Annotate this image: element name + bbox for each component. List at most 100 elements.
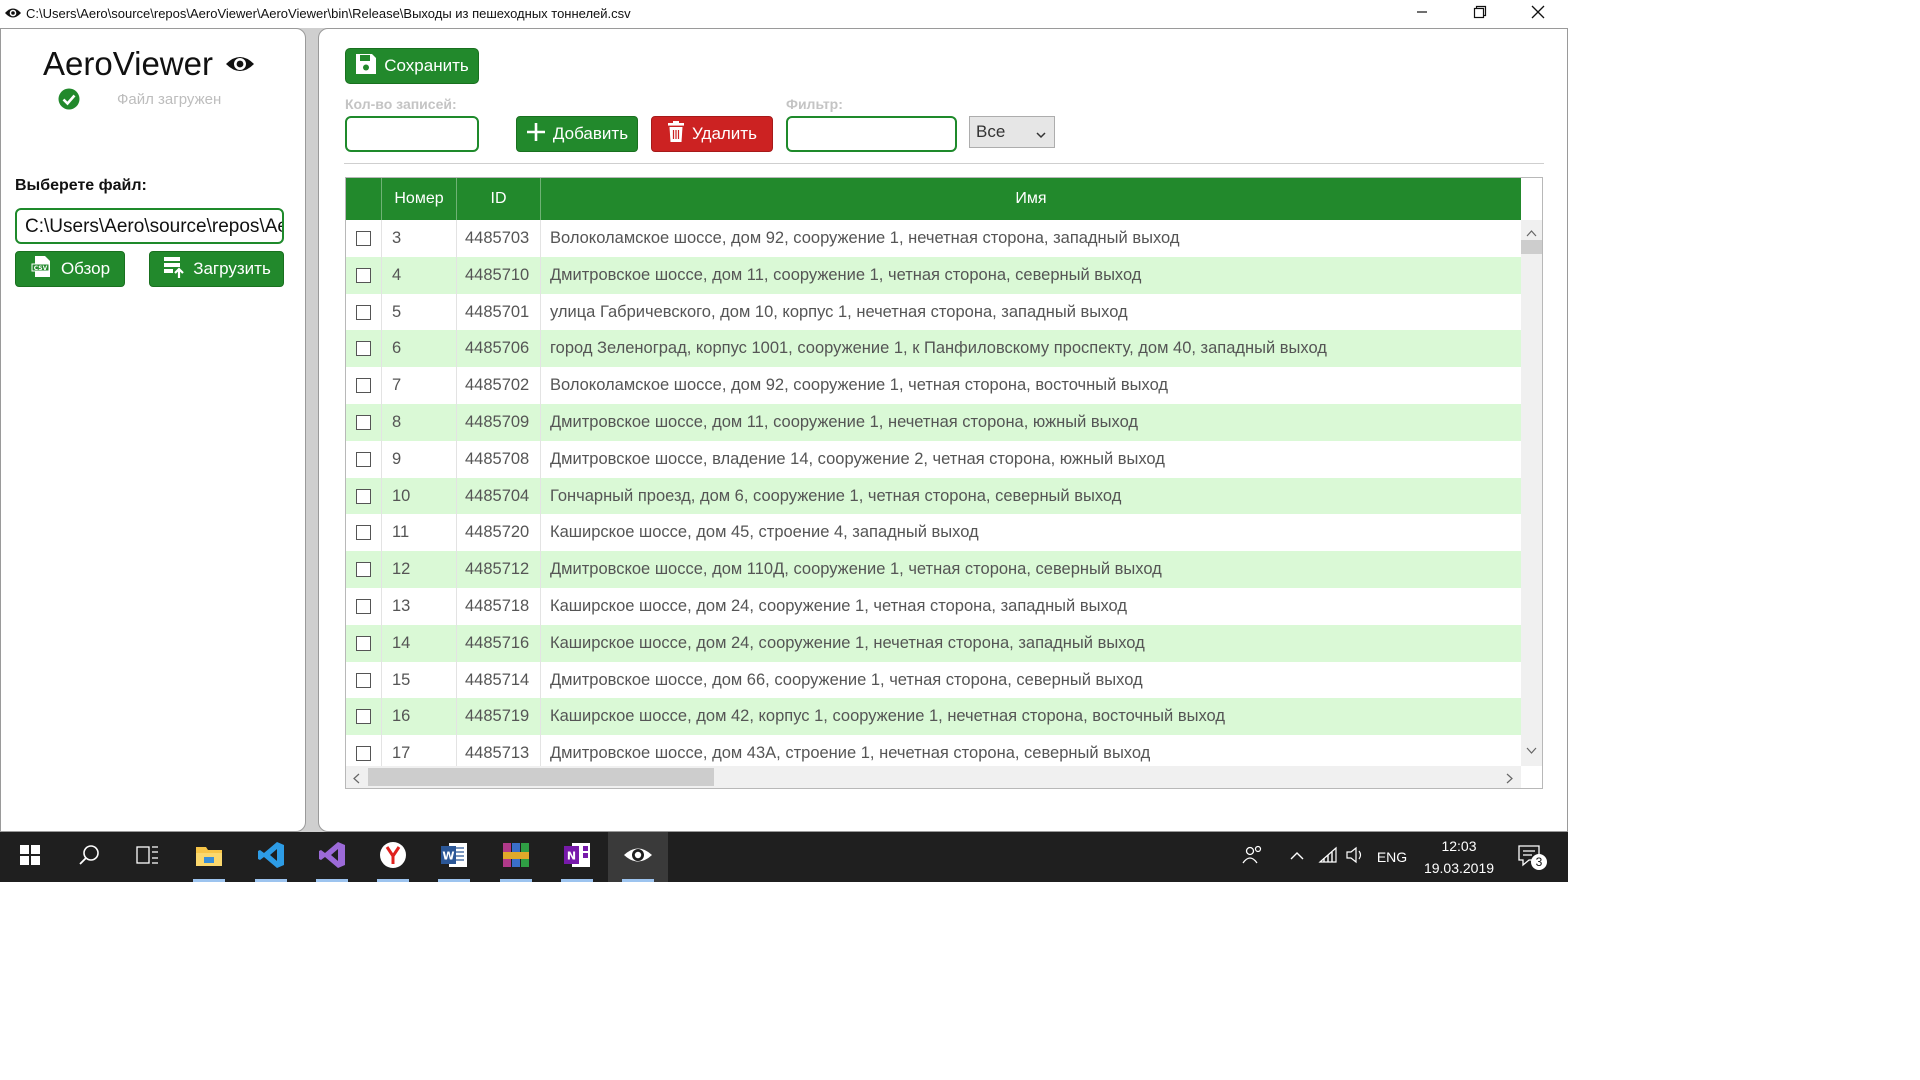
row-id[interactable]: 4485714 — [457, 661, 541, 699]
row-number[interactable]: 16 — [382, 698, 457, 736]
taskbar-vscode[interactable] — [241, 832, 301, 882]
row-number[interactable]: 8 — [382, 403, 457, 441]
row-number[interactable]: 9 — [382, 440, 457, 478]
header-number[interactable]: Номер — [382, 178, 457, 220]
row-checkbox[interactable] — [356, 231, 371, 246]
row-number[interactable]: 3 — [382, 220, 457, 257]
row-id[interactable]: 4485706 — [457, 330, 541, 368]
load-button[interactable]: Загрузить — [149, 251, 284, 287]
row-id[interactable]: 4485712 — [457, 551, 541, 588]
header-name[interactable]: Имя — [541, 178, 1521, 220]
table-row[interactable]: 3 4485703 Волоколамское шоссе, дом 92, соо… — [346, 220, 1521, 257]
table-row[interactable]: 6 4485706 город Зеленоград, корпус 1001, с… — [346, 330, 1521, 368]
vertical-scrollbar[interactable] — [1521, 220, 1542, 766]
header-select-column[interactable] — [346, 178, 382, 220]
row-id[interactable]: 4485702 — [457, 367, 541, 404]
table-row[interactable]: 7 4485702 Волоколамское шоссе, дом 92, соо… — [346, 367, 1521, 404]
horizontal-scrollbar[interactable] — [346, 766, 1521, 788]
row-number[interactable]: 13 — [382, 587, 457, 625]
row-name[interactable]: Каширское шоссе, дом 24, сооружение 1, н… — [541, 625, 1521, 662]
row-id[interactable]: 4485720 — [457, 514, 541, 552]
table-row[interactable]: 5 4485701 улица Габричевского, дом 10, кор… — [346, 293, 1521, 331]
row-checkbox[interactable] — [356, 709, 371, 725]
row-name[interactable]: город Зеленоград, корпус 1001, сооружени… — [541, 330, 1521, 367]
taskbar-word[interactable]: W — [424, 832, 484, 882]
row-id[interactable]: 4485718 — [457, 587, 541, 625]
delete-button[interactable]: Удалить — [651, 116, 773, 152]
row-checkbox[interactable] — [356, 746, 371, 762]
volume-button[interactable] — [1342, 832, 1368, 882]
row-id[interactable]: 4485708 — [457, 440, 541, 478]
clock[interactable]: 12:03 19.03.2019 — [1418, 832, 1500, 882]
browse-button[interactable]: CSV Обзор — [15, 251, 125, 287]
row-id[interactable]: 4485703 — [457, 220, 541, 257]
row-name[interactable]: Дмитровское шоссе, дом 11, сооружение 1,… — [541, 404, 1521, 441]
row-name[interactable]: Дмитровское шоссе, владение 14, сооружен… — [541, 441, 1521, 478]
taskbar-yandex-browser[interactable] — [363, 832, 423, 882]
row-checkbox[interactable] — [356, 378, 371, 394]
task-view-button[interactable] — [118, 832, 178, 882]
row-number[interactable]: 11 — [382, 514, 457, 552]
file-path-input[interactable]: C:\Users\Aero\source\repos\AeroViewer\Ae… — [15, 208, 284, 244]
taskbar-visual-studio[interactable] — [302, 832, 362, 882]
table-row[interactable]: 8 4485709 Дмитровское шоссе, дом 11, соору… — [346, 403, 1521, 441]
row-name[interactable]: Волоколамское шоссе, дом 92, сооружение … — [541, 220, 1521, 257]
row-number[interactable]: 7 — [382, 367, 457, 404]
row-number[interactable]: 12 — [382, 551, 457, 588]
row-checkbox[interactable] — [356, 672, 371, 688]
scroll-right-icon[interactable] — [1506, 771, 1514, 788]
row-name[interactable]: Волоколамское шоссе, дом 92, сооружение … — [541, 367, 1521, 404]
row-name[interactable]: Гончарный проезд, дом 6, сооружение 1, ч… — [541, 478, 1521, 515]
table-row[interactable]: 9 4485708 Дмитровское шоссе, владение 14, … — [346, 440, 1521, 478]
horizontal-scroll-thumb[interactable] — [368, 768, 714, 786]
search-button[interactable] — [59, 832, 119, 882]
row-checkbox[interactable] — [356, 488, 371, 504]
row-id[interactable]: 4485701 — [457, 293, 541, 331]
taskbar-onenote[interactable]: N — [547, 832, 607, 882]
row-name[interactable]: улица Габричевского, дом 10, корпус 1, н… — [541, 294, 1521, 331]
scroll-left-icon[interactable] — [352, 771, 360, 788]
row-checkbox[interactable] — [356, 414, 371, 430]
row-checkbox[interactable] — [356, 525, 371, 541]
row-checkbox[interactable] — [356, 267, 371, 283]
table-row[interactable]: 11 4485720 Каширское шоссе, дом 45, строен… — [346, 514, 1521, 552]
filter-select[interactable]: Все — [969, 116, 1055, 148]
row-id[interactable]: 4485716 — [457, 624, 541, 662]
row-name[interactable]: Дмитровское шоссе, дом 66, сооружение 1,… — [541, 662, 1521, 699]
row-number[interactable]: 15 — [382, 661, 457, 699]
vertical-scroll-thumb[interactable] — [1521, 240, 1542, 254]
restore-button[interactable] — [1451, 0, 1509, 28]
table-row[interactable]: 13 4485718 Каширское шоссе, дом 24, сооруж… — [346, 587, 1521, 625]
count-input[interactable] — [345, 116, 479, 152]
start-button[interactable] — [0, 832, 60, 882]
row-name[interactable]: Каширское шоссе, дом 24, сооружение 1, ч… — [541, 588, 1521, 625]
add-button[interactable]: Добавить — [516, 116, 638, 152]
taskbar-winrar[interactable] — [486, 832, 546, 882]
row-checkbox[interactable] — [356, 562, 371, 578]
scroll-down-icon[interactable] — [1526, 742, 1537, 760]
save-button[interactable]: Сохранить — [345, 48, 479, 84]
filter-input[interactable] — [786, 116, 957, 152]
row-number[interactable]: 10 — [382, 477, 457, 515]
row-checkbox[interactable] — [356, 341, 371, 357]
close-button[interactable] — [1509, 0, 1567, 28]
row-name[interactable]: Дмитровское шоссе, дом 11, сооружение 1,… — [541, 257, 1521, 294]
row-name[interactable]: Дмитровское шоссе, дом 110Д, сооружение … — [541, 551, 1521, 588]
tray-overflow-button[interactable] — [1284, 832, 1310, 882]
people-button[interactable] — [1236, 832, 1270, 882]
row-id[interactable]: 4485709 — [457, 403, 541, 441]
row-name[interactable]: Каширское шоссе, дом 42, корпус 1, соору… — [541, 698, 1521, 735]
row-number[interactable]: 14 — [382, 624, 457, 662]
network-button[interactable] — [1314, 832, 1342, 882]
row-name[interactable]: Каширское шоссе, дом 45, строение 4, зап… — [541, 514, 1521, 551]
row-number[interactable]: 4 — [382, 256, 457, 294]
table-row[interactable]: 16 4485719 Каширское шоссе, дом 42, корпус… — [346, 698, 1521, 736]
table-row[interactable]: 15 4485714 Дмитровское шоссе, дом 66, соор… — [346, 661, 1521, 699]
table-row[interactable]: 12 4485712 Дмитровское шоссе, дом 110Д, со… — [346, 551, 1521, 588]
table-row[interactable]: 4 4485710 Дмитровское шоссе, дом 11, соору… — [346, 256, 1521, 294]
row-id[interactable]: 4485719 — [457, 698, 541, 736]
row-checkbox[interactable] — [356, 598, 371, 614]
minimize-button[interactable] — [1393, 0, 1451, 28]
language-indicator[interactable]: ENG — [1370, 832, 1414, 882]
notifications-button[interactable]: 3 — [1508, 832, 1552, 882]
